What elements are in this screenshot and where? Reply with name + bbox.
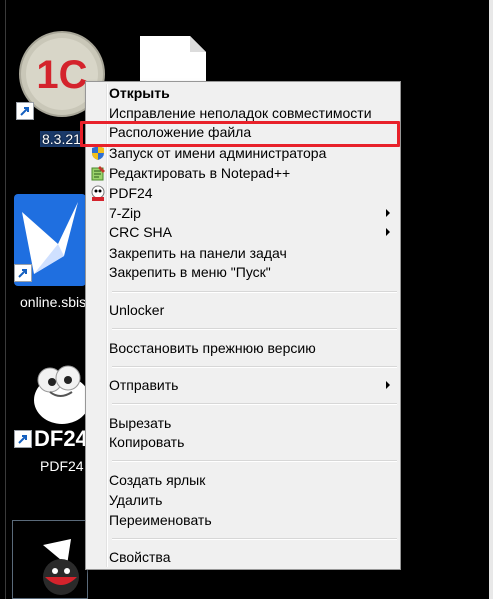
context-menu: Открыть Исправление неполадок совместимо… [85,81,401,570]
menu-item-label: Открыть [109,85,170,101]
screen-edge [489,0,493,599]
menu-item-restore[interactable]: Восстановить прежнюю версию [88,338,398,358]
shield-icon [92,146,104,160]
menu-item-unlocker[interactable]: Unlocker [88,300,398,320]
desktop-icon-java[interactable] [12,520,88,599]
menu-item-label: PDF24 [109,185,153,201]
menu-item-cut[interactable]: Вырезать [88,413,398,433]
menu-item-label: Восстановить прежнюю версию [109,340,316,356]
menu-item-pin-taskbar[interactable]: Закрепить на панели задач [88,243,398,263]
pdf24-logo-text: DF24 [34,426,88,451]
menu-item-properties[interactable]: Свойства [88,547,398,567]
menu-item-crc-sha[interactable]: CRC SHA [88,222,398,242]
desktop-icon-pdf24[interactable]: DF24 PDF24 [14,360,94,480]
shortcut-arrow-icon [14,264,32,282]
java-icon [43,539,79,595]
menu-item-label: Создать ярлык [109,472,206,488]
menu-item-open[interactable]: Открыть [88,83,398,103]
menu-item-label: Вырезать [109,415,172,431]
menu-item-pin-start[interactable]: Закрепить в меню "Пуск" [88,262,398,282]
desktop-icon-label: PDF24 [40,458,84,474]
menu-item-label: Переименовать [109,512,212,528]
desktop-icon-label: 8.3.21 [40,131,83,147]
submenu-arrow-icon [386,209,390,217]
menu-item-label: Закрепить на панели задач [109,245,287,261]
menu-item-label: Удалить [109,492,163,508]
desktop-icon-label: online.sbis [20,294,87,310]
menu-item-label: Unlocker [109,302,165,318]
menu-item-troubleshoot[interactable]: Исправление неполадок совместимости [88,103,398,123]
highlight-annotation [80,121,400,147]
shortcut-arrow-icon [16,102,34,120]
submenu-arrow-icon [386,381,390,389]
shortcut-arrow-icon [14,430,32,448]
menu-item-label: Закрепить в меню "Пуск" [109,264,271,280]
desktop-icon-file[interactable] [140,36,206,82]
menu-separator [112,460,397,462]
file-icon [140,36,206,82]
menu-separator [112,403,397,405]
desktop-icon-sbis[interactable]: online.sbis [14,194,94,314]
menu-item-send-to[interactable]: Отправить [88,375,398,395]
menu-item-delete[interactable]: Удалить [88,490,398,510]
menu-item-edit-notepad[interactable]: Редактировать в Notepad++ [88,163,398,183]
menu-separator [112,328,397,330]
menu-item-rename[interactable]: Переименовать [88,510,398,530]
pdf24-small-icon [91,185,105,201]
menu-item-create-shortcut[interactable]: Создать ярлык [88,470,398,490]
menu-separator [112,291,397,293]
submenu-arrow-icon [386,228,390,236]
window-edge [5,0,6,599]
menu-item-label: 7-Zip [109,205,141,221]
menu-item-label: CRC SHA [109,224,173,240]
menu-item-label: Отправить [109,377,179,393]
menu-item-label: Копировать [109,434,185,450]
notepad-plus-plus-icon [91,166,105,181]
menu-separator [112,366,397,368]
menu-separator [112,538,397,540]
menu-item-label: Редактировать в Notepad++ [109,165,291,181]
menu-item-copy[interactable]: Копировать [88,432,398,452]
menu-item-pdf24[interactable]: PDF24 [88,183,398,203]
menu-item-7zip[interactable]: 7-Zip [88,203,398,223]
menu-item-label: Исправление неполадок совместимости [109,105,372,121]
menu-item-label: Свойства [109,549,171,565]
1c-logo-text: 1С [36,53,87,97]
